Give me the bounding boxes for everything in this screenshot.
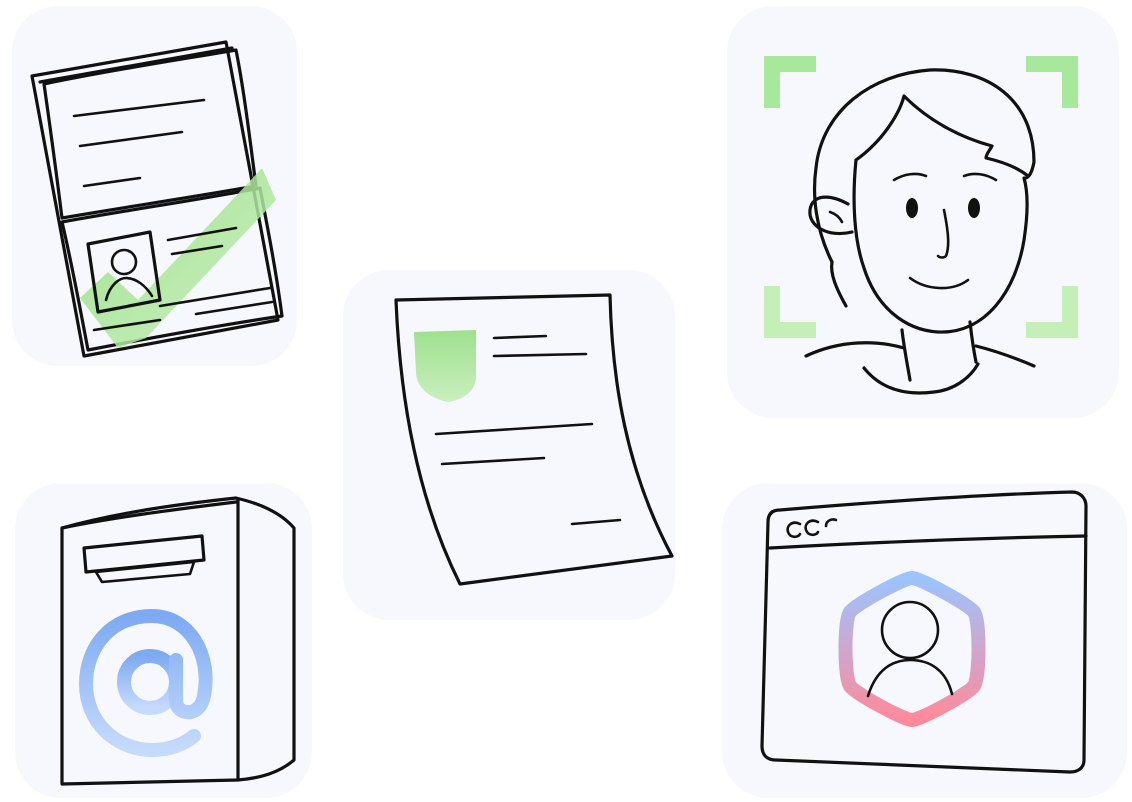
profile-badge-icon (838, 571, 986, 727)
shield-icon (414, 330, 476, 402)
at-sign-icon (78, 608, 213, 758)
browser-profile-icon (760, 490, 1088, 774)
certificate-document-icon (394, 293, 674, 586)
illustration-canvas (30, 40, 1088, 786)
scan-frame-icon (764, 56, 1078, 338)
passport-icon (30, 40, 284, 358)
face-scan-icon (764, 56, 1078, 395)
email-mailbox-icon (60, 496, 296, 786)
